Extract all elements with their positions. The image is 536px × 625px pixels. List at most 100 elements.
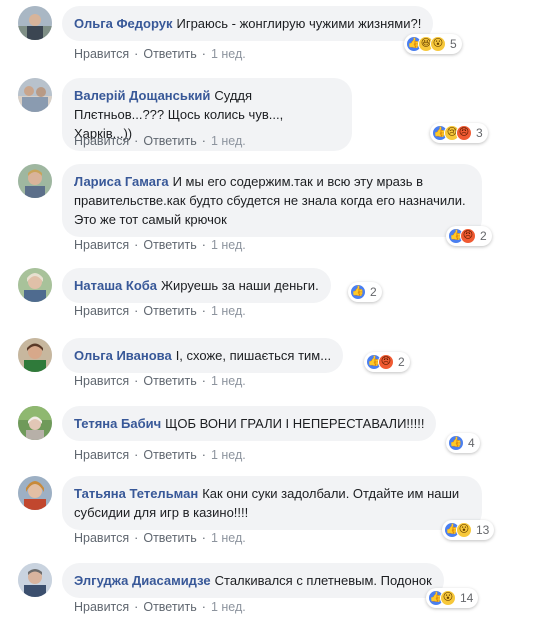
like-link[interactable]: Нравится	[74, 374, 129, 388]
comment-body: Ольга Иванова І, схоже, пишається тим...	[62, 338, 344, 373]
reaction-summary[interactable]: 👍 😠 2	[446, 226, 492, 246]
timestamp[interactable]: 1 нед.	[211, 374, 246, 388]
reaction-count: 4	[468, 436, 475, 450]
timestamp[interactable]: 1 нед.	[211, 531, 246, 545]
separator: ·	[201, 134, 206, 148]
comment-actions: Нравится · Ответить · 1 нед.	[74, 448, 246, 462]
comment-text: Сталкивался с плетневым. Подонок	[214, 573, 432, 588]
comment-actions: Нравится · Ответить · 1 нед.	[74, 531, 246, 545]
timestamp[interactable]: 1 нед.	[211, 600, 246, 614]
comment-author[interactable]: Татьяна Тетельман	[74, 486, 198, 501]
comment-text: Жируешь за наши деньги.	[161, 278, 319, 293]
comment-actions: Нравится · Ответить · 1 нед.	[74, 134, 246, 148]
timestamp[interactable]: 1 нед.	[211, 238, 246, 252]
avatar[interactable]	[18, 78, 52, 112]
separator: ·	[134, 134, 139, 148]
reaction-summary[interactable]: 👍 😠 2	[364, 352, 410, 372]
comment-text: ЩОБ ВОНИ ГРАЛИ І НЕПЕРЕСТАВАЛИ!!!!!	[165, 416, 425, 431]
separator: ·	[134, 531, 139, 545]
separator: ·	[201, 448, 206, 462]
like-link[interactable]: Нравится	[74, 531, 129, 545]
reply-link[interactable]: Ответить	[143, 134, 196, 148]
reply-link[interactable]: Ответить	[143, 531, 196, 545]
reply-link[interactable]: Ответить	[143, 600, 196, 614]
reaction-count: 2	[480, 229, 487, 243]
separator: ·	[134, 304, 139, 318]
comment-bubble: Татьяна Тетельман Как они суки задолбали.…	[62, 476, 482, 530]
reply-link[interactable]: Ответить	[143, 238, 196, 252]
reaction-summary[interactable]: 👍 😆 😮 5	[404, 34, 462, 54]
reaction-summary[interactable]: 👍 4	[446, 433, 480, 453]
separator: ·	[201, 304, 206, 318]
angry-icon: 😠	[460, 228, 476, 244]
comment-body: Лариса Гамага И мы его содержим.так и всю…	[62, 164, 482, 237]
timestamp[interactable]: 1 нед.	[211, 448, 246, 462]
like-link[interactable]: Нравится	[74, 304, 129, 318]
avatar[interactable]	[18, 563, 52, 597]
reply-link[interactable]: Ответить	[143, 374, 196, 388]
like-link[interactable]: Нравится	[74, 134, 129, 148]
comment-author[interactable]: Тетяна Бабич	[74, 416, 161, 431]
reaction-count: 13	[476, 523, 490, 537]
reaction-count: 2	[398, 355, 405, 369]
like-link[interactable]: Нравится	[74, 600, 129, 614]
reaction-count: 14	[460, 591, 474, 605]
comment-author[interactable]: Валерій Дощанський	[74, 88, 210, 103]
avatar[interactable]	[18, 338, 52, 372]
reaction-summary[interactable]: 👍 2	[348, 282, 382, 302]
reply-link[interactable]: Ответить	[143, 448, 196, 462]
comment-text: Играюсь - жонглирую чужими жизнями?!	[176, 16, 422, 31]
reaction-summary[interactable]: 👍 😮 13	[442, 520, 495, 540]
wow-icon: 😮	[430, 36, 446, 52]
separator: ·	[134, 238, 139, 252]
timestamp[interactable]: 1 нед.	[211, 304, 246, 318]
comment-author[interactable]: Ольга Иванова	[74, 348, 172, 363]
comment-bubble: Лариса Гамага И мы его содержим.так и всю…	[62, 164, 482, 237]
timestamp[interactable]: 1 нед.	[211, 134, 246, 148]
avatar[interactable]	[18, 406, 52, 440]
like-link[interactable]: Нравится	[74, 238, 129, 252]
separator: ·	[201, 374, 206, 388]
comment-author[interactable]: Лариса Гамага	[74, 174, 169, 189]
comment-actions: Нравится · Ответить · 1 нед.	[74, 600, 246, 614]
comment-feed: Ольга Федорук Играюсь - жонглирую чужими …	[0, 0, 536, 625]
comment-body: Наташа Коба Жируешь за наши деньги.	[62, 268, 331, 303]
comment-bubble: Ольга Федорук Играюсь - жонглирую чужими …	[62, 6, 434, 41]
reply-link[interactable]: Ответить	[143, 304, 196, 318]
wow-icon: 😮	[456, 522, 472, 538]
comment-text: І, схоже, пишається тим...	[175, 348, 332, 363]
comment-body: Тетяна Бабич ЩОБ ВОНИ ГРАЛИ І НЕПЕРЕСТАВА…	[62, 406, 437, 441]
avatar[interactable]	[18, 164, 52, 198]
comment-author[interactable]: Наташа Коба	[74, 278, 157, 293]
separator: ·	[134, 448, 139, 462]
comment-author[interactable]: Ольга Федорук	[74, 16, 172, 31]
comment-body: Татьяна Тетельман Как они суки задолбали.…	[62, 476, 482, 530]
comment-bubble: Элгуджа Диасамидзе Сталкивался с плетневы…	[62, 563, 444, 598]
reaction-count: 3	[476, 126, 483, 140]
reaction-count: 2	[370, 285, 377, 299]
reaction-count: 5	[450, 37, 457, 51]
separator: ·	[134, 374, 139, 388]
comment-bubble: Наташа Коба Жируешь за наши деньги.	[62, 268, 331, 303]
separator: ·	[201, 47, 206, 61]
separator: ·	[201, 600, 206, 614]
comment-actions: Нравится · Ответить · 1 нед.	[74, 47, 246, 61]
comment-author[interactable]: Элгуджа Диасамидзе	[74, 573, 211, 588]
avatar[interactable]	[18, 6, 52, 40]
like-icon: 👍	[448, 435, 464, 451]
timestamp[interactable]: 1 нед.	[211, 47, 246, 61]
separator: ·	[134, 600, 139, 614]
avatar[interactable]	[18, 268, 52, 302]
reaction-summary[interactable]: 👍 😮 14	[426, 588, 479, 608]
reaction-summary[interactable]: 👍 😢 😠 3	[430, 123, 488, 143]
comment-actions: Нравится · Ответить · 1 нед.	[74, 304, 246, 318]
comment-bubble: Ольга Иванова І, схоже, пишається тим...	[62, 338, 344, 373]
separator: ·	[134, 47, 139, 61]
like-link[interactable]: Нравится	[74, 47, 129, 61]
reply-link[interactable]: Ответить	[143, 47, 196, 61]
wow-icon: 😮	[440, 590, 456, 606]
avatar[interactable]	[18, 476, 52, 510]
like-icon: 👍	[350, 284, 366, 300]
comment-actions: Нравится · Ответить · 1 нед.	[74, 374, 246, 388]
like-link[interactable]: Нравится	[74, 448, 129, 462]
